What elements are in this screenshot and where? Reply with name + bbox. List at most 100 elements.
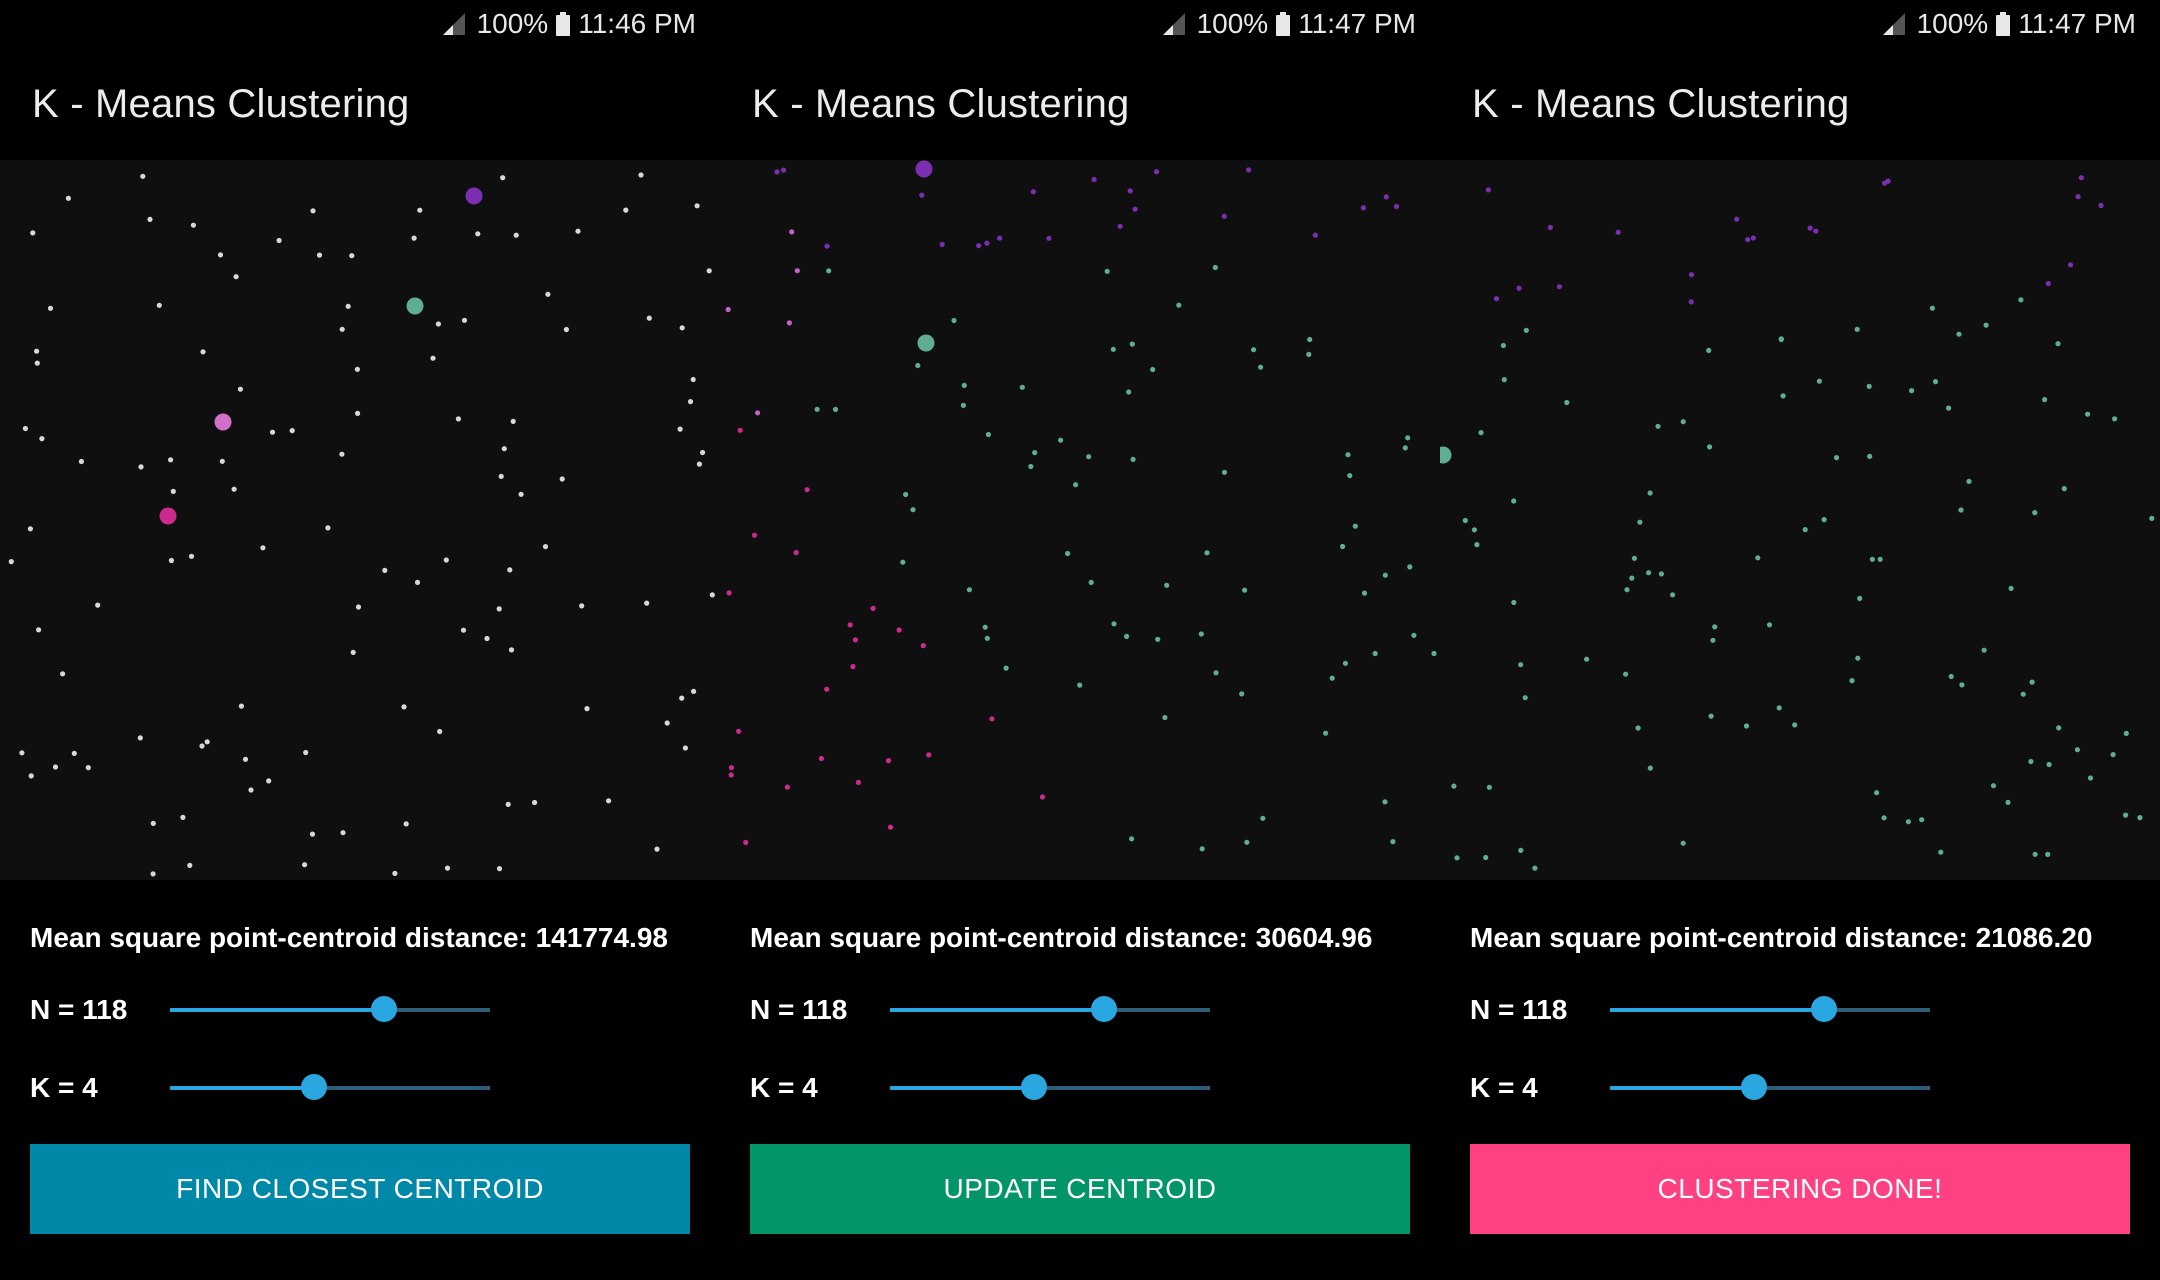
- clock-time: 11:47 PM: [1298, 8, 1416, 39]
- app-bar: K - Means Clustering: [1440, 50, 2160, 160]
- data-point: [679, 325, 685, 331]
- data-point: [2032, 851, 2038, 857]
- data-point: [532, 799, 538, 806]
- data-point: [238, 703, 244, 709]
- data-point: [266, 778, 272, 784]
- data-point: [2087, 775, 2094, 781]
- data-point: [1670, 592, 1676, 598]
- data-point: [1877, 556, 1883, 562]
- data-point: [682, 745, 689, 751]
- data-point: [982, 624, 988, 630]
- data-point: [496, 866, 503, 872]
- data-point: [2045, 281, 2051, 287]
- data-point: [1556, 284, 1562, 290]
- data-point: [188, 553, 195, 559]
- data-point: [2123, 730, 2129, 737]
- data-point: [187, 862, 193, 869]
- action-button[interactable]: UPDATE CENTROID: [750, 1144, 1410, 1234]
- n-slider-thumb[interactable]: [371, 996, 397, 1022]
- battery-percent: 100%: [1916, 8, 1989, 39]
- data-point: [1110, 346, 1116, 352]
- data-point: [1065, 550, 1071, 557]
- data-point: [22, 425, 28, 432]
- data-point: [260, 545, 266, 551]
- data-point: [60, 671, 66, 677]
- data-point: [900, 559, 906, 565]
- data-point: [960, 402, 966, 408]
- data-point: [915, 362, 921, 369]
- data-point: [824, 243, 830, 249]
- data-point: [887, 824, 894, 830]
- data-point: [85, 765, 91, 771]
- data-point: [1500, 342, 1506, 349]
- n-slider[interactable]: [170, 996, 490, 1022]
- n-slider[interactable]: [890, 996, 1210, 1022]
- data-point: [316, 252, 323, 258]
- data-point: [1523, 327, 1529, 333]
- data-point: [687, 399, 694, 405]
- k-slider[interactable]: [1610, 1074, 1930, 1100]
- signal-icon: [441, 11, 469, 37]
- data-point: [484, 635, 490, 642]
- data-point: [1990, 783, 1997, 789]
- data-point: [65, 195, 71, 201]
- data-point: [679, 695, 685, 701]
- data-point: [1792, 722, 1798, 728]
- data-point: [743, 839, 749, 846]
- data-point: [36, 627, 42, 633]
- status-icons: 100% 11:47 PM: [1161, 8, 1416, 40]
- k-slider-thumb[interactable]: [301, 1074, 327, 1100]
- n-slider[interactable]: [1610, 996, 1930, 1022]
- data-point: [2067, 262, 2074, 268]
- data-point: [2029, 679, 2035, 685]
- data-point: [786, 320, 792, 326]
- data-point: [510, 418, 516, 424]
- cluster-canvas[interactable]: [720, 160, 1440, 880]
- data-point: [1615, 229, 1621, 235]
- data-point: [1493, 296, 1500, 302]
- screen-1: 100% 11:46 PM K - Means Clustering Mean …: [0, 0, 720, 1280]
- app-title: K - Means Clustering: [752, 82, 1130, 126]
- data-point: [2112, 416, 2118, 422]
- data-point: [644, 600, 650, 606]
- data-point: [1743, 723, 1750, 729]
- data-point: [1647, 765, 1653, 771]
- data-point: [2045, 851, 2051, 858]
- app-title: K - Means Clustering: [32, 82, 410, 126]
- data-point: [1776, 705, 1782, 711]
- data-point: [1486, 784, 1492, 790]
- k-slider[interactable]: [170, 1074, 490, 1100]
- cluster-canvas[interactable]: [1440, 160, 2160, 880]
- data-point: [774, 169, 780, 175]
- data-point: [1501, 377, 1507, 383]
- centroid-marker: [1440, 446, 1452, 464]
- data-point: [276, 237, 282, 244]
- cluster-canvas[interactable]: [0, 160, 720, 880]
- n-slider-thumb[interactable]: [1811, 996, 1837, 1022]
- data-point: [976, 243, 982, 249]
- k-slider-thumb[interactable]: [1741, 1074, 1767, 1100]
- data-point: [1383, 194, 1389, 200]
- data-point: [1204, 550, 1210, 556]
- k-slider[interactable]: [890, 1074, 1210, 1100]
- data-point: [2055, 341, 2061, 347]
- data-point: [2061, 486, 2067, 492]
- data-point: [623, 207, 629, 213]
- data-point: [27, 526, 33, 532]
- data-point: [700, 449, 706, 456]
- action-button[interactable]: FIND CLOSEST CENTROID: [30, 1144, 690, 1234]
- data-point: [1221, 469, 1228, 475]
- action-button[interactable]: CLUSTERING DONE!: [1470, 1144, 2130, 1234]
- app-bar: K - Means Clustering: [720, 50, 1440, 160]
- n-slider-thumb[interactable]: [1091, 996, 1117, 1022]
- battery-icon: [1996, 12, 2011, 36]
- data-point: [2075, 194, 2081, 200]
- k-slider-thumb[interactable]: [1021, 1074, 1047, 1100]
- data-point: [1778, 336, 1784, 343]
- data-point: [736, 728, 742, 734]
- data-point: [850, 664, 856, 670]
- data-point: [1745, 237, 1751, 243]
- data-point: [138, 464, 144, 470]
- data-point: [1874, 790, 1880, 796]
- data-point: [170, 488, 176, 494]
